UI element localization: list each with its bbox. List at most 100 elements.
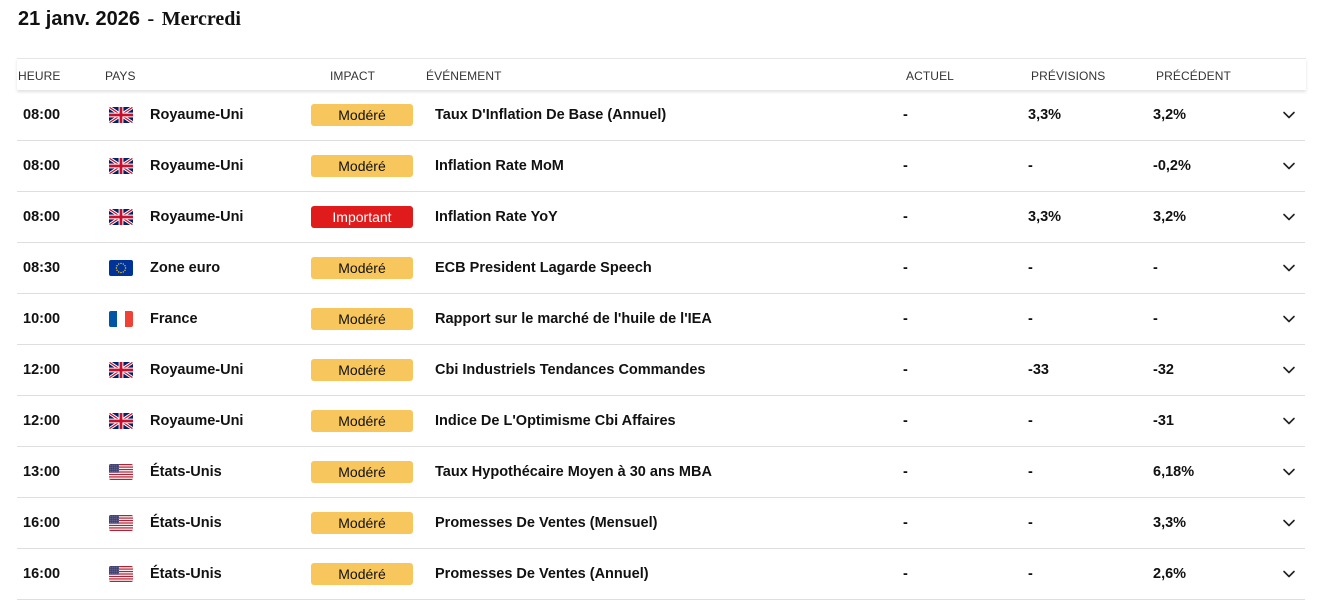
event-time: 08:00: [23, 158, 61, 174]
previous-value: 3,2%: [1153, 209, 1187, 225]
previous-value: -0,2%: [1153, 158, 1191, 174]
actual-value: -: [903, 311, 908, 327]
event-name[interactable]: Cbi Industriels Tendances Commandes: [435, 345, 705, 395]
country-name: France: [150, 311, 198, 327]
forecast-value: -: [1028, 158, 1033, 174]
event-time: 16:00: [23, 566, 61, 582]
uk-flag-icon: [109, 362, 133, 378]
country-name: Zone euro: [150, 260, 221, 276]
column-header-previous: PRÉCÉDENT: [1156, 69, 1231, 83]
column-header-actual: ACTUEL: [906, 69, 954, 83]
actual-value: -: [903, 362, 908, 378]
chevron-down-icon[interactable]: [1281, 515, 1297, 531]
country-name: Royaume-Uni: [150, 158, 244, 174]
event-name[interactable]: Inflation Rate YoY: [435, 192, 558, 242]
event-time: 08:30: [23, 260, 61, 276]
forecast-value: -: [1028, 515, 1033, 531]
table-row[interactable]: 13:00 États-Unis Modéré Taux Hypothécair…: [17, 447, 1305, 498]
uk-flag-icon: [109, 413, 133, 429]
event-name[interactable]: ECB President Lagarde Speech: [435, 243, 652, 293]
chevron-down-icon[interactable]: [1281, 413, 1297, 429]
table-row[interactable]: 10:00 France Modéré Rapport sur le march…: [17, 294, 1305, 345]
column-header-impact: IMPACT: [330, 69, 376, 83]
actual-value: -: [903, 566, 908, 582]
event-name[interactable]: Indice De L'Optimisme Cbi Affaires: [435, 396, 676, 446]
page-title: 21 janv. 2026 - Mercredi: [18, 8, 241, 31]
actual-value: -: [903, 515, 908, 531]
impact-badge-moderate: Modéré: [311, 410, 413, 432]
previous-value: 2,6%: [1153, 566, 1187, 582]
table-row[interactable]: 08:30 Zone euro Modéré ECB President Lag…: [17, 243, 1305, 294]
impact-badge-moderate: Modéré: [311, 308, 413, 330]
uk-flag-icon: [109, 158, 133, 174]
table-row[interactable]: 08:00 Royaume-Uni Important Inflation Ra…: [17, 192, 1305, 243]
impact-badge-moderate: Modéré: [311, 359, 413, 381]
event-time: 10:00: [23, 311, 61, 327]
impact-badge-moderate: Modéré: [311, 461, 413, 483]
event-time: 08:00: [23, 107, 61, 123]
actual-value: -: [903, 464, 908, 480]
actual-value: -: [903, 107, 908, 123]
uk-flag-icon: [109, 209, 133, 225]
forecast-value: -: [1028, 566, 1033, 582]
forecast-value: -33: [1028, 362, 1049, 378]
date-label: 21 janv. 2026: [18, 8, 140, 30]
table-row[interactable]: 16:00 États-Unis Modéré Promesses De Ven…: [17, 549, 1305, 600]
previous-value: 3,3%: [1153, 515, 1187, 531]
table-body: 08:00 Royaume-Uni Modéré Taux D'Inflatio…: [17, 90, 1306, 600]
country-name: Royaume-Uni: [150, 413, 244, 429]
impact-badge-moderate: Modéré: [311, 512, 413, 534]
chevron-down-icon[interactable]: [1281, 260, 1297, 276]
column-header-country: PAYS: [105, 69, 136, 83]
country-name: Royaume-Uni: [150, 107, 244, 123]
country-name: États-Unis: [150, 515, 222, 531]
table-row[interactable]: 12:00 Royaume-Uni Modéré Cbi Industriels…: [17, 345, 1305, 396]
event-name[interactable]: Taux Hypothécaire Moyen à 30 ans MBA: [435, 447, 712, 497]
impact-badge-moderate: Modéré: [311, 563, 413, 585]
weekday-label: Mercredi: [161, 8, 241, 30]
chevron-down-icon[interactable]: [1281, 311, 1297, 327]
previous-value: -32: [1153, 362, 1174, 378]
chevron-down-icon[interactable]: [1281, 464, 1297, 480]
event-name[interactable]: Promesses De Ventes (Annuel): [435, 549, 649, 599]
table-row[interactable]: 16:00 États-Unis Modéré Promesses De Ven…: [17, 498, 1305, 549]
column-header-event: ÉVÉNEMENT: [426, 69, 502, 83]
chevron-down-icon[interactable]: [1281, 566, 1297, 582]
column-header-forecast: PRÉVISIONS: [1031, 69, 1106, 83]
table-row[interactable]: 08:00 Royaume-Uni Modéré Inflation Rate …: [17, 141, 1305, 192]
previous-value: 3,2%: [1153, 107, 1187, 123]
chevron-down-icon[interactable]: [1281, 362, 1297, 378]
event-name[interactable]: Rapport sur le marché de l'huile de l'IE…: [435, 294, 712, 344]
uk-flag-icon: [109, 107, 133, 123]
chevron-down-icon[interactable]: [1281, 158, 1297, 174]
impact-badge-moderate: Modéré: [311, 104, 413, 126]
fr-flag-icon: [109, 311, 133, 327]
forecast-value: -: [1028, 260, 1033, 276]
actual-value: -: [903, 413, 908, 429]
previous-value: -: [1153, 311, 1158, 327]
chevron-down-icon[interactable]: [1281, 209, 1297, 225]
table-row[interactable]: 12:00 Royaume-Uni Modéré Indice De L'Opt…: [17, 396, 1305, 447]
previous-value: 6,18%: [1153, 464, 1195, 480]
event-name[interactable]: Taux D'Inflation De Base (Annuel): [435, 90, 666, 140]
event-name[interactable]: Promesses De Ventes (Mensuel): [435, 498, 657, 548]
event-time: 16:00: [23, 515, 61, 531]
forecast-value: -: [1028, 464, 1033, 480]
us-flag-icon: [109, 464, 133, 480]
impact-badge-moderate: Modéré: [311, 257, 413, 279]
column-header-time: HEURE: [18, 69, 61, 83]
impact-badge-important: Important: [311, 206, 413, 228]
actual-value: -: [903, 158, 908, 174]
country-name: Royaume-Uni: [150, 362, 244, 378]
event-time: 08:00: [23, 209, 61, 225]
event-name[interactable]: Inflation Rate MoM: [435, 141, 564, 191]
impact-badge-moderate: Modéré: [311, 155, 413, 177]
event-time: 13:00: [23, 464, 61, 480]
forecast-value: -: [1028, 413, 1033, 429]
economic-calendar-table: HEURE PAYS IMPACT ÉVÉNEMENT ACTUEL PRÉVI…: [17, 58, 1306, 600]
table-row[interactable]: 08:00 Royaume-Uni Modéré Taux D'Inflatio…: [17, 90, 1305, 141]
previous-value: -31: [1153, 413, 1174, 429]
event-time: 12:00: [23, 362, 61, 378]
country-name: États-Unis: [150, 566, 222, 582]
chevron-down-icon[interactable]: [1281, 107, 1297, 123]
